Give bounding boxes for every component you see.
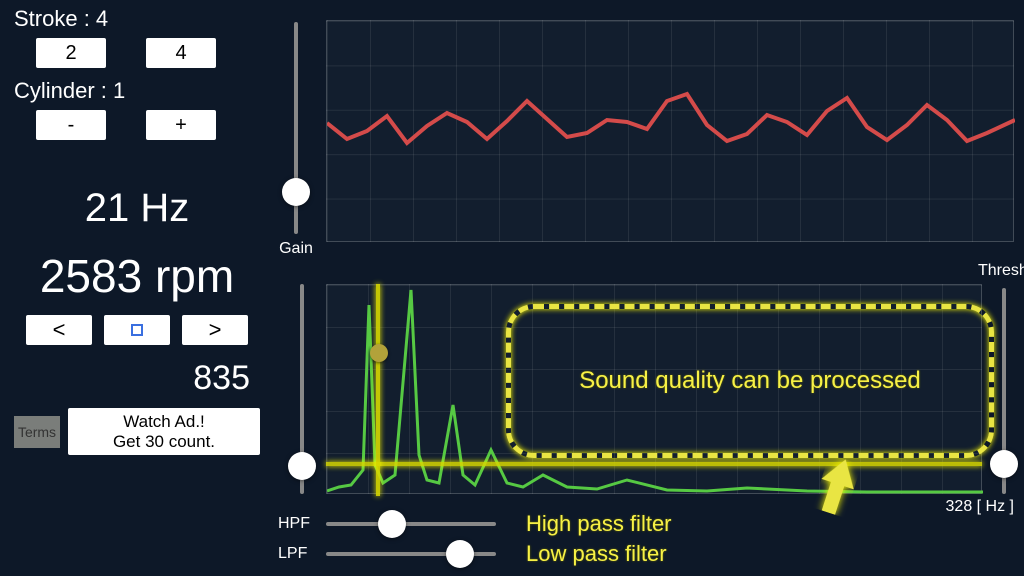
threshold-label-container: Threshold <box>978 262 1018 280</box>
hpf-slider[interactable] <box>326 510 496 538</box>
prev-button[interactable]: < <box>26 315 92 345</box>
gain-slider[interactable] <box>294 22 298 234</box>
cylinder-label: Cylinder : 1 <box>14 78 260 104</box>
stroke-button-row: 2 4 <box>36 38 260 68</box>
spectrum-gain-slider-thumb[interactable] <box>288 452 316 480</box>
stroke-label: Stroke : 4 <box>14 6 260 32</box>
waveform-scope <box>326 20 1014 242</box>
waveform-plot <box>327 21 1015 243</box>
gain-slider-thumb[interactable] <box>282 178 310 206</box>
peak-marker[interactable] <box>370 344 388 362</box>
stroke-4-button[interactable]: 4 <box>146 38 216 68</box>
stop-button[interactable] <box>104 315 170 345</box>
stroke-2-button[interactable]: 2 <box>36 38 106 68</box>
gain-label: Gain <box>279 240 313 258</box>
counter-readout: 835 <box>14 359 260 398</box>
next-button[interactable]: > <box>182 315 248 345</box>
ad-line-1: Watch Ad.! <box>74 412 254 432</box>
hpf-row: HPF High pass filter <box>278 510 1018 538</box>
stop-icon <box>131 324 143 336</box>
callout-annotation: Sound quality can be processed <box>506 304 994 458</box>
callout-text: Sound quality can be processed <box>579 367 921 395</box>
hpf-slider-track <box>326 522 496 526</box>
control-panel: Stroke : 4 2 4 Cylinder : 1 - + 21 Hz 25… <box>14 6 260 566</box>
cylinder-button-row: - + <box>36 110 260 140</box>
rpm-readout: 2583 rpm <box>14 249 260 303</box>
threshold-line <box>326 462 982 466</box>
bottom-buttons: Terms Watch Ad.! Get 30 count. <box>14 408 260 455</box>
hpf-slider-thumb[interactable] <box>378 510 406 538</box>
lpf-label: LPF <box>278 545 320 563</box>
hpf-annotation: High pass filter <box>526 511 672 537</box>
lpf-annotation: Low pass filter <box>526 541 667 567</box>
frequency-scale-label: 328 [ Hz ] <box>946 498 1014 516</box>
lpf-row: LPF Low pass filter <box>278 540 1018 568</box>
ad-line-2: Get 30 count. <box>74 432 254 452</box>
threshold-label: Threshold <box>978 262 1018 280</box>
gain-slider-container: Gain <box>276 22 316 258</box>
threshold-slider-thumb[interactable] <box>990 450 1018 478</box>
hpf-label: HPF <box>278 515 320 533</box>
frequency-readout: 21 Hz <box>14 186 260 231</box>
hpf-cursor-line[interactable] <box>376 284 380 496</box>
lpf-slider-thumb[interactable] <box>446 540 474 568</box>
lpf-slider[interactable] <box>326 540 496 568</box>
waveform-line <box>327 94 1015 143</box>
watch-ad-button[interactable]: Watch Ad.! Get 30 count. <box>68 408 260 455</box>
cylinder-plus-button[interactable]: + <box>146 110 216 140</box>
playback-controls: < > <box>14 315 260 345</box>
spectrum-gain-slider-container <box>288 284 316 494</box>
cylinder-minus-button[interactable]: - <box>36 110 106 140</box>
terms-button[interactable]: Terms <box>14 416 60 448</box>
